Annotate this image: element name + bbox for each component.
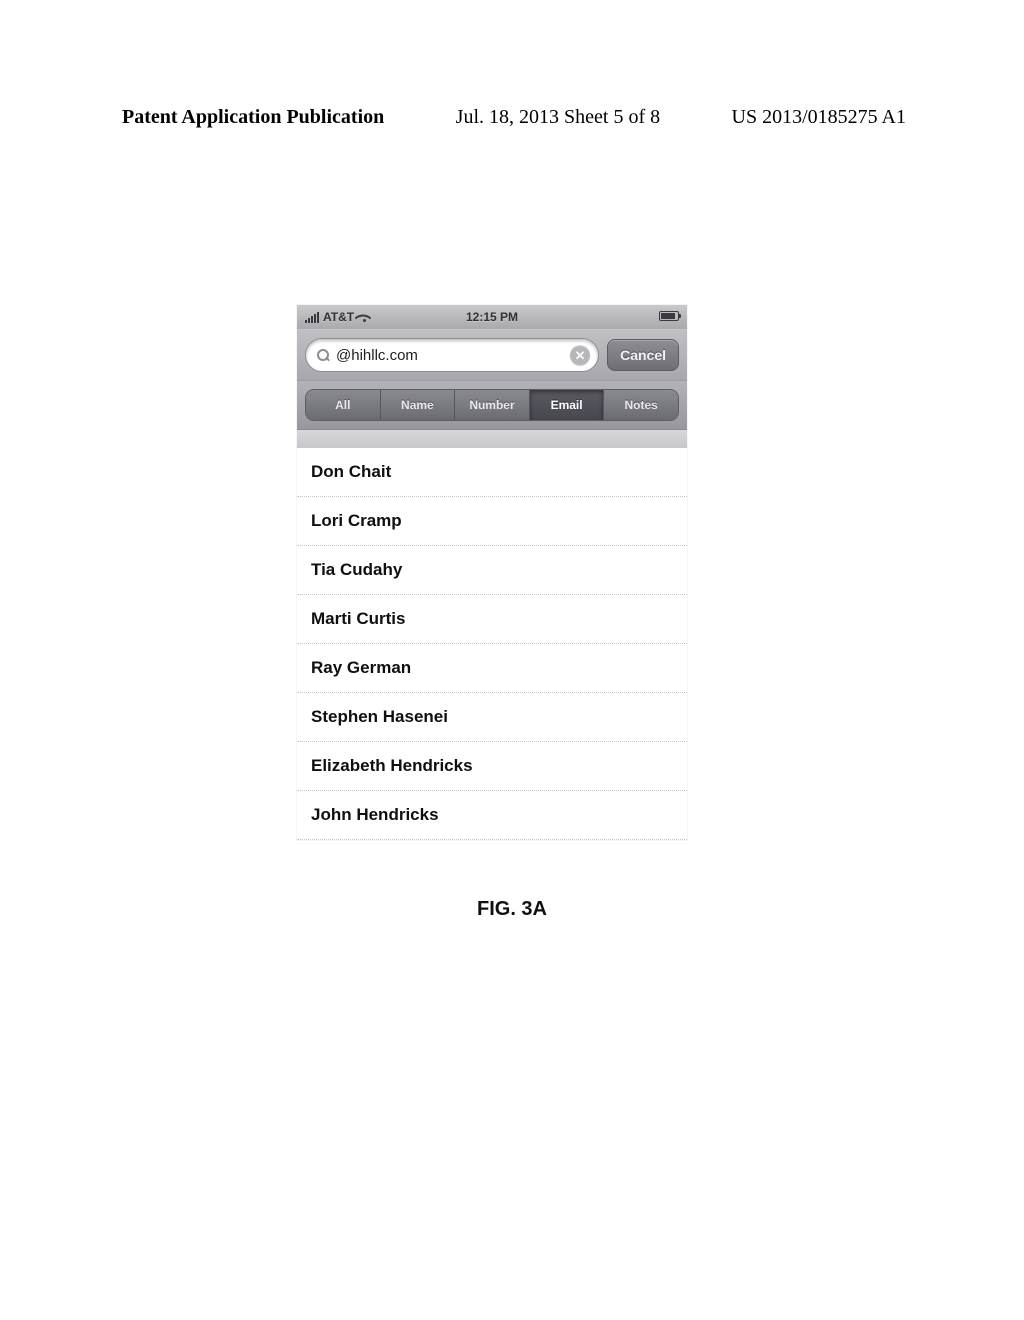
cancel-button[interactable]: Cancel <box>607 339 679 371</box>
list-item[interactable]: Tia Cudahy <box>297 546 687 595</box>
status-bar: AT&T 12:15 PM <box>297 305 687 329</box>
search-bar: @hihllc.com ✕ Cancel <box>297 329 687 381</box>
header-center: Jul. 18, 2013 Sheet 5 of 8 <box>456 106 660 129</box>
list-item[interactable]: Lori Cramp <box>297 497 687 546</box>
results-list: Don Chait Lori Cramp Tia Cudahy Marti Cu… <box>297 448 687 840</box>
clear-button[interactable]: ✕ <box>570 345 590 365</box>
scope-number[interactable]: Number <box>455 390 530 420</box>
scope-bar: All Name Number Email Notes <box>297 381 687 430</box>
clock-label: 12:15 PM <box>297 310 687 324</box>
scope-all[interactable]: All <box>306 390 381 420</box>
document-header: Patent Application Publication Jul. 18, … <box>0 106 1024 129</box>
close-icon: ✕ <box>575 349 586 362</box>
list-item[interactable]: Stephen Hasenei <box>297 693 687 742</box>
header-right: US 2013/0185275 A1 <box>732 106 906 129</box>
header-left: Patent Application Publication <box>122 106 384 129</box>
scope-name[interactable]: Name <box>381 390 456 420</box>
scope-segmented: All Name Number Email Notes <box>305 389 679 421</box>
cancel-label: Cancel <box>620 347 666 363</box>
search-icon <box>316 348 330 362</box>
figure-caption: FIG. 3A <box>0 898 1024 921</box>
battery-icon <box>659 311 679 321</box>
search-value: @hihllc.com <box>336 347 564 364</box>
list-item[interactable]: Don Chait <box>297 448 687 497</box>
phone-mockup: AT&T 12:15 PM @hihllc.com ✕ Cancel All N… <box>297 305 687 840</box>
list-item[interactable]: John Hendricks <box>297 791 687 840</box>
search-input[interactable]: @hihllc.com ✕ <box>305 338 599 372</box>
list-item[interactable]: Ray German <box>297 644 687 693</box>
list-item[interactable]: Elizabeth Hendricks <box>297 742 687 791</box>
scope-notes[interactable]: Notes <box>604 390 678 420</box>
scope-email[interactable]: Email <box>530 390 605 420</box>
results-header-spacer <box>297 430 687 448</box>
list-item[interactable]: Marti Curtis <box>297 595 687 644</box>
